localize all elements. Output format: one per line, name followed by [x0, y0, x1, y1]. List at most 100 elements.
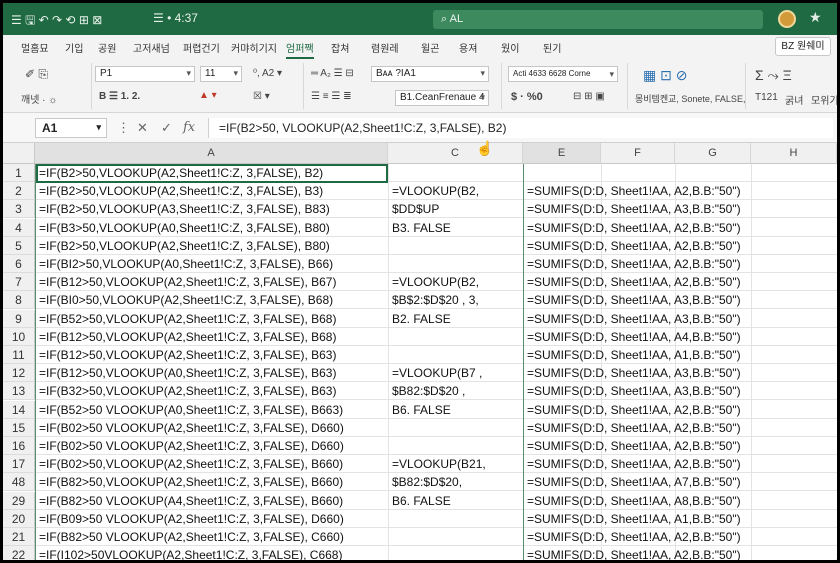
cell-c[interactable]: [389, 437, 523, 455]
cancel-icon[interactable]: ✕: [137, 120, 148, 136]
cell-a[interactable]: =IF(B82>50,VLOOKUP(A2,Sheet1!C:Z, 3,FALS…: [36, 473, 388, 492]
ribbon-tab[interactable]: 공원: [98, 40, 116, 55]
cell-c[interactable]: $B82:$D$20 ,: [389, 382, 523, 401]
cell-e[interactable]: =SUMIFS(D:D, Sheet1!AA, A2,B.B:"50"): [524, 255, 837, 273]
cell-a[interactable]: =IF(B02>50,VLOOKUP(A2,Sheet1!C:Z, 3,FALS…: [36, 455, 388, 474]
cell-a[interactable]: =IF(B52>50,VLOOKUP(A2,Sheet1!C:Z, 3,FALS…: [36, 310, 388, 328]
cell-e[interactable]: =SUMIFS(D:D, Sheet1!AA, A2,B.B:"50"): [524, 273, 837, 292]
cell-c[interactable]: $DD$UP: [389, 200, 523, 219]
ribbon-tab[interactable]: 웠이: [501, 40, 519, 55]
cell-a[interactable]: =IF(B2>50,VLOOKUP(A2,Sheet1!C:Z, 3,FALSE…: [36, 182, 388, 201]
cell-e[interactable]: =SUMIFS(D:D, Sheet1!AA, A8,B.B:"50"): [524, 492, 837, 510]
cell-c[interactable]: =VLOOKUP(B7 ,: [389, 364, 523, 383]
row-header[interactable]: 15: [3, 418, 35, 437]
cell-a[interactable]: =IF(B52>50 VLOOKUP(A0,Sheet1!C:Z, 3,FALS…: [36, 401, 388, 419]
row-header[interactable]: 48: [3, 473, 35, 492]
align-center-icon[interactable]: ☰ ≡ ☰ ≣: [311, 91, 351, 102]
cell-e[interactable]: =SUMIFS(D:D, Sheet1!AA, A4,B.B:"50"): [524, 328, 837, 346]
cell-e[interactable]: =SUMIFS(D:D, Sheet1!AA, A1,B.B:"50"): [524, 510, 837, 528]
cell-c[interactable]: [389, 528, 523, 546]
enter-icon[interactable]: ✓: [161, 120, 172, 136]
row-header[interactable]: 1: [3, 164, 35, 182]
cell-c[interactable]: B3. FALSE: [389, 219, 523, 237]
avatar[interactable]: [778, 10, 796, 28]
cell-c[interactable]: B6. FALSE: [389, 401, 523, 419]
select-all-corner[interactable]: [3, 143, 35, 164]
cell-a[interactable]: =IF(B12>50,VLOOKUP(A2,Sheet1!C:Z, 3,FALS…: [36, 273, 388, 292]
cell-a[interactable]: =IF(BI0>50,VLOOKUP(A2,Sheet1!C:Z, 3,FALS…: [36, 291, 388, 310]
find-label[interactable]: 모위기: [811, 92, 837, 107]
fill-color-icon[interactable]: ▲ ▾: [199, 90, 217, 101]
function-icon[interactable]: fx: [183, 120, 195, 135]
cell-c[interactable]: $B$2:$D$20 , 3,: [389, 291, 523, 310]
cell-c[interactable]: [389, 346, 523, 364]
quick-access-toolbar[interactable]: ☰ 🖫 ↶ ↷ ⟲ ⊞ ⊠: [11, 11, 102, 32]
number-format-select[interactable]: Acti 4633 6628 Corne: [508, 66, 618, 82]
cell-e[interactable]: =SUMIFS(D:D, Sheet1!AA, A3,B.B:"50"): [524, 382, 837, 401]
cell-e[interactable]: =SUMIFS(D:D, Sheet1!AA, A2,B.B:"50"): [524, 219, 837, 237]
formula-input[interactable]: =IF(B2>50, VLOOKUP(A2,Sheet1!C:Z, 3,FALS…: [208, 118, 833, 138]
ribbon-tab[interactable]: 렴원레: [371, 40, 399, 55]
cell-a[interactable]: =IF(B12>50,VLOOKUP(A2,Sheet1!C:Z, 3,FALS…: [36, 346, 388, 364]
column-header[interactable]: A: [35, 143, 388, 164]
font-grow-icon[interactable]: ⁰, A2 ▾: [253, 68, 282, 79]
cell-c[interactable]: B2. FALSE: [389, 310, 523, 328]
cell-a[interactable]: =IF(B02>50 VLOOKUP(A2,Sheet1!C:Z, 3,FALS…: [36, 419, 388, 437]
column-header[interactable]: C: [388, 143, 523, 164]
row-header[interactable]: 7: [3, 273, 35, 292]
cell-e[interactable]: =SUMIFS(D:D, Sheet1!AA, A3,B.B:"50"): [524, 364, 837, 383]
conditional-format-icon[interactable]: ▦ ⊡ ⊘: [643, 67, 687, 84]
cell-a[interactable]: =IF(B3>50,VLOOKUP(A0,Sheet1!C:Z, 3,FALSE…: [36, 219, 388, 237]
cell-c[interactable]: =VLOOKUP(B21,: [389, 455, 523, 474]
cell-e[interactable]: [524, 164, 837, 182]
row-header[interactable]: 14: [3, 400, 35, 419]
borders-icon[interactable]: ☒ ▾: [253, 91, 270, 102]
ribbon-tab[interactable]: 퍼렵건기: [183, 40, 220, 55]
column-header[interactable]: F: [601, 143, 675, 164]
ribbon-tab[interactable]: 된기: [543, 40, 561, 55]
ribbon-tab[interactable]: 멀홈묘: [21, 40, 49, 55]
cell-e[interactable]: =SUMIFS(D:D, Sheet1!AA, A3,B.B:"50"): [524, 200, 837, 219]
row-header[interactable]: 5: [3, 236, 35, 255]
column-header[interactable]: H: [751, 143, 837, 164]
cell-e[interactable]: =SUMIFS(D:D, Sheet1!AA, A2,B.B:"50"): [524, 237, 837, 255]
cell-c[interactable]: =VLOOKUP(B2,: [389, 273, 523, 292]
ribbon-tab[interactable]: 잡쳐: [331, 40, 349, 55]
cell-c[interactable]: B6. FALSE: [389, 492, 523, 510]
share-button[interactable]: BZ 원쉐미: [775, 37, 831, 56]
row-header[interactable]: 4: [3, 218, 35, 237]
cell-e[interactable]: =SUMIFS(D:D, Sheet1!AA, A2,B.B:"50"): [524, 401, 837, 419]
row-header[interactable]: 10: [3, 327, 35, 346]
cell-a[interactable]: =IF(B02>50 VLOOKUP(A2,Sheet1!C:Z, 3,FALS…: [36, 437, 388, 455]
cell-e[interactable]: =SUMIFS(D:D, Sheet1!AA, A2,B.B:"50"): [524, 437, 837, 455]
row-header[interactable]: 2: [3, 182, 35, 201]
cell-e[interactable]: =SUMIFS(D:D, Sheet1!AA, A2,B.B:"50"): [524, 455, 837, 474]
column-header[interactable]: E: [523, 143, 601, 164]
ribbon-tab[interactable]: 윌곤: [421, 40, 439, 55]
row-header[interactable]: 3: [3, 200, 35, 219]
font-size-select[interactable]: 11: [200, 66, 242, 82]
chevron-down-icon[interactable]: ▾: [96, 122, 101, 133]
cell-a[interactable]: =IF(BI2>50,VLOOKUP(A0,Sheet1!C:Z, 3,FALS…: [36, 255, 388, 273]
cell-a[interactable]: =IF(B09>50 VLOOKUP(A2,Sheet1!C:Z, 3,FALS…: [36, 510, 388, 528]
row-header[interactable]: 16: [3, 437, 35, 455]
ribbon-tab[interactable]: 기입: [65, 40, 83, 55]
more-icon[interactable]: ⋮: [117, 120, 130, 136]
format-painter-icon[interactable]: ✐ ⎘: [25, 67, 48, 82]
ribbon-tab[interactable]: 고저새넘: [133, 40, 170, 55]
paste-button[interactable]: 깨넷 · ☼: [21, 91, 57, 106]
cell-a[interactable]: =IF(B12>50,VLOOKUP(A0,Sheet1!C:Z, 3,FALS…: [36, 364, 388, 383]
merge-select[interactable]: B1.CeanFrenaue 4: [395, 90, 489, 106]
font-name-select[interactable]: P1: [95, 66, 195, 82]
row-header[interactable]: 13: [3, 382, 35, 401]
cell-e[interactable]: =SUMIFS(D:D, Sheet1!AA, A2,B.B:"50"): [524, 419, 837, 437]
cell-e[interactable]: =SUMIFS(D:D, Sheet1!AA, A2,B.B:"50"): [524, 546, 837, 560]
cell-c[interactable]: [389, 419, 523, 437]
cell-c[interactable]: [389, 510, 523, 528]
align-top-icon[interactable]: ═ A₂ ☰ ⊟: [311, 68, 354, 79]
row-header[interactable]: 17: [3, 455, 35, 474]
cell-a[interactable]: =IF(B2>50,VLOOKUP(A3,Sheet1!C:Z, 3,FALSE…: [36, 200, 388, 219]
cell-c[interactable]: $B82:$D$20,: [389, 473, 523, 492]
row-header[interactable]: 20: [3, 509, 35, 528]
cell-a[interactable]: =IF(B82>50 VLOOKUP(A4,Sheet1!C:Z, 3,FALS…: [36, 492, 388, 510]
